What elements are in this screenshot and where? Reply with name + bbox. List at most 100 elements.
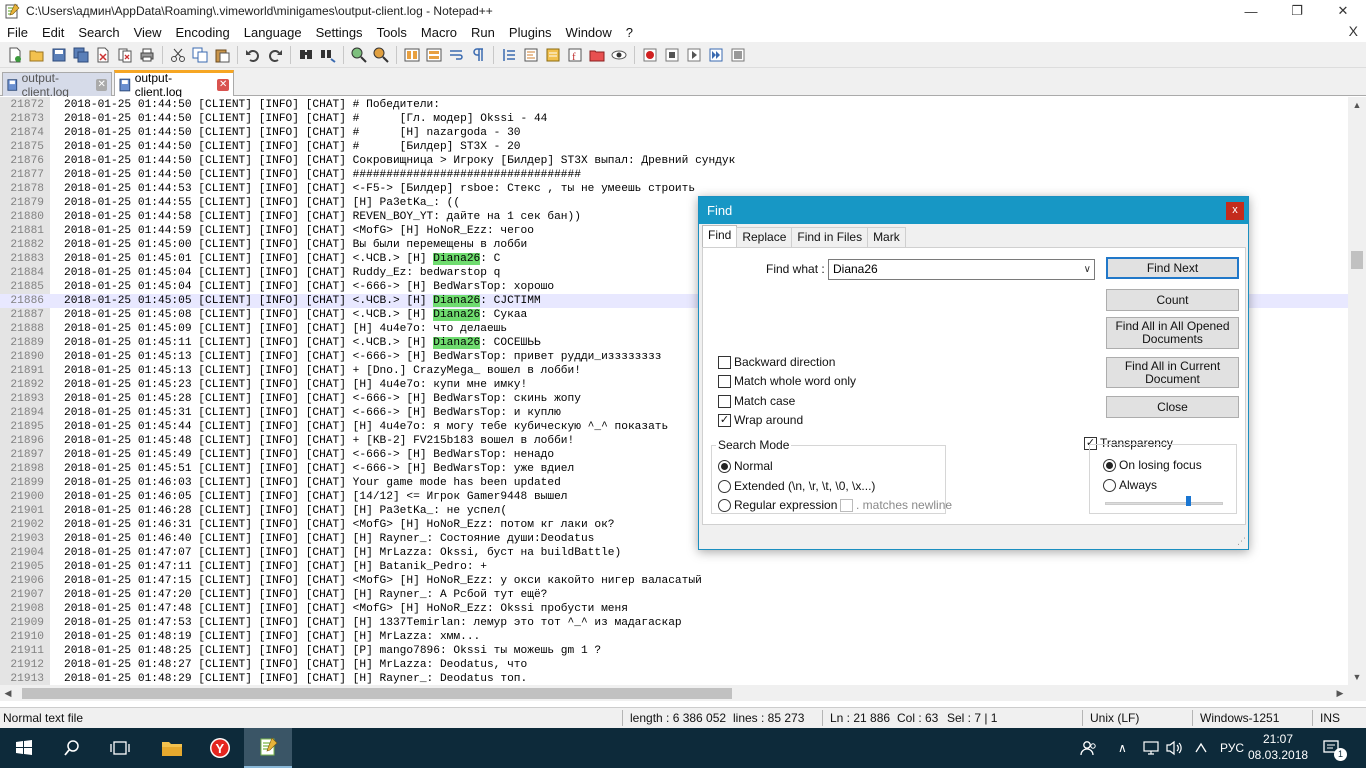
open-file-icon[interactable] — [28, 46, 46, 64]
cut-icon[interactable] — [169, 46, 187, 64]
find-all-current-button[interactable]: Find All in Current Document — [1106, 357, 1239, 388]
yandex-browser-button[interactable]: Y — [196, 728, 244, 768]
status-encoding[interactable]: Windows-1251 — [1200, 711, 1279, 725]
sync-vertical-icon[interactable] — [403, 46, 421, 64]
close-document-button[interactable]: X — [1349, 23, 1358, 39]
editor-line[interactable]: 21905 2018-01-25 01:47:11 [CLIENT] [INFO]… — [0, 560, 1348, 574]
monitoring-icon[interactable] — [610, 46, 628, 64]
save-all-icon[interactable] — [72, 46, 90, 64]
on-losing-focus-radio[interactable]: On losing focus — [1103, 458, 1202, 472]
redo-icon[interactable] — [266, 46, 284, 64]
function-list-icon[interactable]: f — [566, 46, 584, 64]
transparency-slider-thumb[interactable] — [1186, 496, 1191, 506]
menu-tools[interactable]: Tools — [370, 25, 414, 40]
menu-search[interactable]: Search — [71, 25, 126, 40]
macro-save-icon[interactable] — [729, 46, 747, 64]
people-icon[interactable] — [1080, 728, 1098, 768]
zoom-in-icon[interactable] — [350, 46, 368, 64]
tab-replace[interactable]: Replace — [736, 227, 793, 247]
zoom-out-icon[interactable] — [372, 46, 390, 64]
macro-play-multiple-icon[interactable] — [707, 46, 725, 64]
editor-line[interactable]: 21911 2018-01-25 01:48:25 [CLIENT] [INFO]… — [0, 644, 1348, 658]
new-file-icon[interactable] — [6, 46, 24, 64]
close-button[interactable]: Close — [1106, 396, 1239, 418]
backward-direction-checkbox[interactable]: Backward direction — [718, 355, 835, 369]
macro-play-icon[interactable] — [685, 46, 703, 64]
wrap-around-checkbox[interactable]: ✓ Wrap around — [718, 413, 803, 427]
editor-line[interactable]: 21909 2018-01-25 01:47:53 [CLIENT] [INFO]… — [0, 616, 1348, 630]
normal-radio[interactable]: Normal — [718, 459, 773, 473]
notepadpp-taskbar-button[interactable] — [244, 728, 292, 768]
editor-line[interactable]: 21908 2018-01-25 01:47:48 [CLIENT] [INFO]… — [0, 602, 1348, 616]
copy-icon[interactable] — [191, 46, 209, 64]
save-icon[interactable] — [50, 46, 68, 64]
editor-line[interactable]: 21878 2018-01-25 01:44:53 [CLIENT] [INFO]… — [0, 182, 1348, 196]
find-dialog-close-button[interactable]: x — [1226, 202, 1244, 220]
system-clock[interactable]: 21:07 08.03.2018 — [1248, 731, 1308, 763]
macro-stop-icon[interactable] — [663, 46, 681, 64]
tab-find[interactable]: Find — [702, 225, 738, 247]
close-all-icon[interactable] — [116, 46, 134, 64]
menu-plugins[interactable]: Plugins — [502, 25, 559, 40]
menu-run[interactable]: Run — [464, 25, 502, 40]
editor-line[interactable]: 21906 2018-01-25 01:47:15 [CLIENT] [INFO]… — [0, 574, 1348, 588]
ime-icon[interactable] — [1193, 728, 1209, 768]
status-insert-mode[interactable]: INS — [1320, 711, 1340, 725]
match-case-checkbox[interactable]: Match case — [718, 394, 795, 408]
menu-file[interactable]: File — [0, 25, 35, 40]
file-explorer-button[interactable] — [148, 728, 196, 768]
start-button[interactable] — [0, 728, 48, 768]
tab-find-in-files[interactable]: Find in Files — [791, 227, 869, 247]
scroll-right-arrow-icon[interactable]: ▶ — [1332, 685, 1348, 701]
chevron-up-icon[interactable]: ∧ — [1118, 728, 1127, 768]
horizontal-scroll-thumb[interactable] — [22, 688, 732, 699]
editor-line[interactable]: 21874 2018-01-25 01:44:50 [CLIENT] [INFO]… — [0, 126, 1348, 140]
menu-macro[interactable]: Macro — [414, 25, 464, 40]
user-lang-icon[interactable] — [522, 46, 540, 64]
close-file-icon[interactable] — [94, 46, 112, 64]
editor-line[interactable]: 21907 2018-01-25 01:47:20 [CLIENT] [INFO]… — [0, 588, 1348, 602]
horizontal-scrollbar[interactable]: ◀ ▶ — [0, 685, 1348, 701]
doc-map-icon[interactable] — [544, 46, 562, 64]
vertical-scrollbar[interactable]: ▲ ▼ — [1348, 97, 1366, 685]
minimize-button[interactable]: — — [1228, 0, 1274, 22]
find-what-combobox[interactable]: Diana26 ∨ — [828, 259, 1095, 280]
notification-center-button[interactable]: 1 — [1322, 728, 1347, 768]
editor-line[interactable]: 21910 2018-01-25 01:48:19 [CLIENT] [INFO]… — [0, 630, 1348, 644]
menu-view[interactable]: View — [127, 25, 169, 40]
extended-radio[interactable]: Extended (\n, \r, \t, \0, \x...) — [718, 479, 875, 493]
maximize-button[interactable]: ❐ — [1274, 0, 1320, 22]
macro-record-icon[interactable] — [641, 46, 659, 64]
find-all-opened-button[interactable]: Find All in All Opened Documents — [1106, 317, 1239, 349]
always-radio[interactable]: Always — [1103, 478, 1157, 492]
network-icon[interactable] — [1142, 728, 1160, 768]
word-wrap-icon[interactable] — [447, 46, 465, 64]
paste-icon[interactable] — [213, 46, 231, 64]
tab-output-client-log-1[interactable]: output-client.log ✕ — [2, 71, 112, 99]
indent-guide-icon[interactable] — [500, 46, 518, 64]
show-all-chars-icon[interactable] — [469, 46, 487, 64]
regex-radio[interactable]: Regular expression — [718, 498, 837, 512]
scroll-down-arrow-icon[interactable]: ▼ — [1348, 669, 1366, 685]
status-eol[interactable]: Unix (LF) — [1090, 711, 1139, 725]
task-view-button[interactable] — [96, 728, 144, 768]
editor-line[interactable]: 21877 2018-01-25 01:44:50 [CLIENT] [INFO]… — [0, 168, 1348, 182]
find-dialog-titlebar[interactable]: Find x — [699, 197, 1248, 224]
find-icon[interactable] — [297, 46, 315, 64]
editor-line[interactable]: 21912 2018-01-25 01:48:27 [CLIENT] [INFO]… — [0, 658, 1348, 672]
editor-line[interactable]: 21913 2018-01-25 01:48:29 [CLIENT] [INFO]… — [0, 672, 1348, 685]
search-button[interactable] — [48, 728, 96, 768]
count-button[interactable]: Count — [1106, 289, 1239, 311]
editor-line[interactable]: 21876 2018-01-25 01:44:50 [CLIENT] [INFO]… — [0, 154, 1348, 168]
close-window-button[interactable]: ✕ — [1320, 0, 1366, 22]
scroll-left-arrow-icon[interactable]: ◀ — [0, 685, 16, 701]
editor-line[interactable]: 21875 2018-01-25 01:44:50 [CLIENT] [INFO]… — [0, 140, 1348, 154]
resize-grip-icon[interactable]: ⋰ — [1237, 536, 1246, 547]
chevron-down-icon[interactable]: ∨ — [1084, 260, 1091, 279]
match-whole-word-checkbox[interactable]: Match whole word only — [718, 374, 856, 388]
tab-mark[interactable]: Mark — [867, 227, 906, 247]
editor-line[interactable]: 21873 2018-01-25 01:44:50 [CLIENT] [INFO]… — [0, 112, 1348, 126]
editor-line[interactable]: 21872 2018-01-25 01:44:50 [CLIENT] [INFO]… — [0, 98, 1348, 112]
scroll-up-arrow-icon[interactable]: ▲ — [1348, 97, 1366, 113]
matches-newline-checkbox[interactable]: . matches newline — [840, 498, 952, 512]
